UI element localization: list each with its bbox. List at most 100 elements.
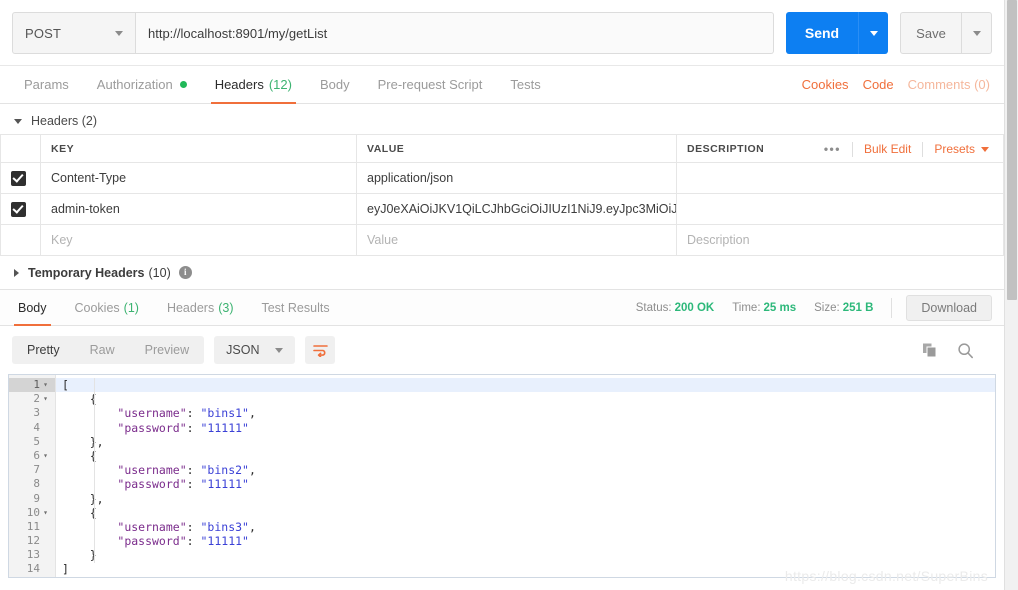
checkbox-checked-icon[interactable] xyxy=(11,170,26,186)
view-mode-raw[interactable]: Raw xyxy=(75,336,130,364)
tab-pre-request-script[interactable]: Pre-request Script xyxy=(364,66,497,103)
size-label: Size: xyxy=(814,301,840,314)
window-scrollbar[interactable] xyxy=(1004,0,1018,590)
tab-headers[interactable]: Headers (12) xyxy=(201,66,306,104)
response-meta: Status: 200 OK Time: 25 ms Size: 251 B Down… xyxy=(636,290,1004,325)
code-token: } xyxy=(62,548,97,563)
header-value-cell[interactable]: eyJ0eXAiOiJKV1QiLCJhbGciOiJIUzI1NiJ9.eyJ… xyxy=(356,193,677,225)
info-icon[interactable]: i xyxy=(178,266,192,279)
tab-label: Params xyxy=(24,77,69,92)
header-key-cell[interactable]: admin-token xyxy=(40,193,357,225)
search-icon[interactable] xyxy=(957,342,974,359)
word-wrap-toggle-button[interactable] xyxy=(305,336,336,364)
row-checkbox-cell[interactable] xyxy=(0,224,41,256)
send-options-dropdown[interactable] xyxy=(858,12,888,54)
editor-line-number: 5▾ xyxy=(9,435,55,449)
code-token: [ xyxy=(62,378,69,392)
response-tab-headers[interactable]: Headers (3) xyxy=(153,290,248,325)
header-value-cell[interactable]: application/json xyxy=(356,162,677,194)
save-button[interactable]: Save xyxy=(900,12,962,54)
row-checkbox-cell[interactable] xyxy=(0,162,41,194)
bulk-edit-button[interactable]: Bulk Edit xyxy=(853,142,922,156)
header-description-cell[interactable] xyxy=(676,162,1004,194)
editor-line-number: 13▾ xyxy=(9,548,55,562)
status-value: 200 OK xyxy=(674,301,715,314)
tab-label: Headers xyxy=(166,300,215,315)
temporary-headers-toggle[interactable]: Temporary Headers (10) i xyxy=(0,256,1004,290)
tab-label: Authorization xyxy=(96,77,173,92)
editor-code-line: "password": "11111" xyxy=(56,477,995,491)
response-view-mode-group: Pretty Raw Preview xyxy=(12,336,205,364)
response-tab-cookies[interactable]: Cookies (1) xyxy=(61,290,153,325)
fold-spacer: ▾ xyxy=(40,477,51,491)
editor-code-line: }, xyxy=(56,435,995,449)
tab-tests[interactable]: Tests xyxy=(496,66,554,103)
request-tab-bar: Params Authorization Headers (12) Body P… xyxy=(0,66,1004,104)
editor-code-line: "username": "bins3", xyxy=(56,520,995,534)
new-header-description-input[interactable]: Description xyxy=(676,224,1004,256)
table-row-placeholder: Key Value Description xyxy=(0,224,1004,256)
new-header-key-input[interactable]: Key xyxy=(40,224,357,256)
checkbox-checked-icon[interactable] xyxy=(11,201,26,217)
tab-params[interactable]: Params xyxy=(10,66,83,103)
chevron-down-icon xyxy=(275,347,284,353)
page-content: POST http://localhost:8901/my/getList Se… xyxy=(0,0,1004,590)
presets-dropdown[interactable]: Presets xyxy=(923,142,995,156)
request-url-input[interactable]: http://localhost:8901/my/getList xyxy=(136,12,774,54)
send-button-group: Send xyxy=(786,12,888,54)
response-body-editor[interactable]: 1▾2▾3▾4▾5▾6▾7▾8▾9▾10▾11▾12▾13▾14▾ [ { "u… xyxy=(8,374,996,578)
cookies-link[interactable]: Cookies xyxy=(802,77,849,92)
code-token: }, xyxy=(62,434,104,449)
triangle-down-icon xyxy=(14,118,22,124)
editor-line-number: 3▾ xyxy=(9,406,55,420)
time-indicator: Time: 25 ms xyxy=(732,302,796,314)
response-action-icons xyxy=(922,342,992,359)
code-link[interactable]: Code xyxy=(863,77,894,92)
view-mode-preview[interactable]: Preview xyxy=(130,336,204,364)
editor-code-line: }, xyxy=(56,492,995,506)
new-header-value-input[interactable]: Value xyxy=(356,224,677,256)
fold-toggle-icon[interactable]: ▾ xyxy=(40,378,51,392)
time-label: Time: xyxy=(732,301,761,314)
row-checkbox-cell[interactable] xyxy=(0,193,41,225)
fold-spacer: ▾ xyxy=(40,548,51,562)
http-method-dropdown[interactable]: POST xyxy=(12,12,136,54)
save-options-dropdown[interactable] xyxy=(962,12,992,54)
divider xyxy=(891,297,893,318)
fold-toggle-icon[interactable]: ▾ xyxy=(40,506,51,520)
response-tab-bar: Body Cookies (1) Headers (3) Test Result… xyxy=(0,290,1004,326)
comments-link[interactable]: Comments (0) xyxy=(908,77,990,92)
response-language-dropdown[interactable]: JSON xyxy=(214,336,296,364)
fold-spacer: ▾ xyxy=(40,435,51,449)
response-tab-test-results[interactable]: Test Results xyxy=(247,290,343,325)
fold-toggle-icon[interactable]: ▾ xyxy=(40,449,51,463)
editor-line-number-gutter: 1▾2▾3▾4▾5▾6▾7▾8▾9▾10▾11▾12▾13▾14▾ xyxy=(9,375,56,577)
code-token: "bins2" xyxy=(200,463,249,478)
send-button[interactable]: Send xyxy=(786,12,858,54)
scrollbar-thumb[interactable] xyxy=(1007,0,1017,300)
tab-count: (1) xyxy=(123,300,139,315)
tab-label: Test Results xyxy=(261,300,330,315)
download-button[interactable]: Download xyxy=(906,294,992,321)
view-mode-pretty[interactable]: Pretty xyxy=(12,336,75,364)
editor-code-line: "password": "11111" xyxy=(56,534,995,548)
tab-label: Cookies xyxy=(74,300,120,315)
tab-body[interactable]: Body xyxy=(306,66,364,103)
chevron-down-icon xyxy=(981,146,989,152)
editor-code-line: { xyxy=(56,506,995,520)
tab-count: (12) xyxy=(268,77,292,92)
more-options-icon[interactable]: ••• xyxy=(813,142,852,156)
editor-code-line: { xyxy=(56,392,995,406)
tab-authorization[interactable]: Authorization xyxy=(83,66,201,103)
editor-code-area[interactable]: [ { "username": "bins1", "password": "11… xyxy=(56,375,995,577)
header-description-cell[interactable] xyxy=(676,193,1004,225)
header-key-cell[interactable]: Content-Type xyxy=(40,162,357,194)
copy-icon[interactable] xyxy=(922,342,939,359)
fold-toggle-icon[interactable]: ▾ xyxy=(40,392,51,406)
headers-section-toggle[interactable]: Headers (2) xyxy=(0,108,1004,134)
chevron-down-icon xyxy=(972,30,981,36)
response-tab-body[interactable]: Body xyxy=(4,290,61,326)
code-token: "password" xyxy=(117,477,187,492)
temporary-headers-label: Temporary Headers xyxy=(28,265,145,280)
